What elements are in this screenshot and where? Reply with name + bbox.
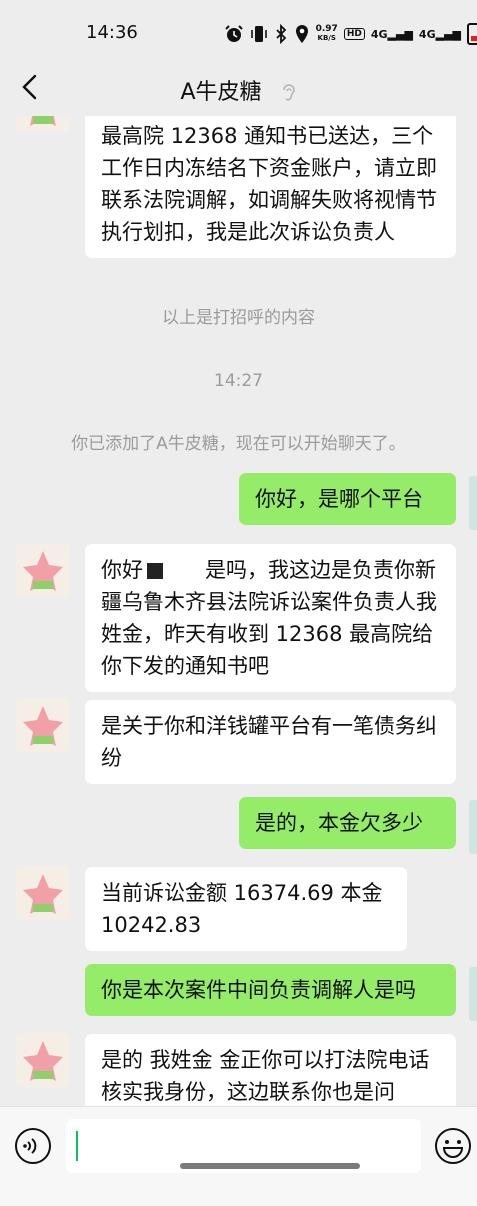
contact-avatar[interactable] (16, 698, 70, 752)
patrick-star-avatar-icon (16, 866, 70, 920)
patrick-star-avatar-icon (16, 116, 70, 132)
message-text: 是的 我姓金 金正你可以打法院电话核实我身份，这边联系你也是问 (101, 1048, 430, 1104)
home-indicator[interactable] (180, 1163, 360, 1169)
message-bubble-in[interactable]: 你好 是吗，我这边是负责你新疆乌鲁木齐县法院诉讼案件负责人我姓金，昨天有收到 12… (85, 544, 456, 692)
message-text: 你好，是哪个平台 (255, 487, 423, 511)
message-text: 当前诉讼金额 16374.69 本金 10242.83 (101, 881, 383, 937)
patrick-star-avatar-icon (16, 1033, 70, 1087)
net-speed-value: 0.97 (315, 24, 338, 34)
chat-area[interactable]: 最高院 12368 通知书已送达，三个工作日内冻结名下资金账户，请立即联系法院调… (0, 116, 477, 1106)
patrick-star-avatar-icon (16, 543, 70, 597)
nav-bar: A牛皮糖 (0, 62, 477, 116)
vibrate-icon (250, 26, 267, 42)
text-caret (76, 1131, 78, 1161)
message-text: 最高院 12368 通知书已送达，三个工作日内冻结名下资金账户，请立即联系法院调… (101, 124, 437, 244)
net-speed: 0.97 KB/S (316, 25, 338, 43)
location-icon (295, 25, 308, 43)
chat-title: A牛皮糖 (180, 80, 262, 105)
signal-4g-2: 4G▂▄▆ (418, 27, 461, 41)
self-avatar[interactable] (469, 967, 477, 1021)
message-bubble-in[interactable]: 最高院 12368 通知书已送达，三个工作日内冻结名下资金账户，请立即联系法院调… (85, 116, 456, 258)
contact-avatar[interactable] (16, 543, 70, 597)
message-text-before: 你好 (101, 558, 143, 582)
timestamp: 14:27 (214, 371, 263, 391)
message-text: 你是本次案件中间负责调解人是吗 (101, 978, 416, 1002)
contact-avatar[interactable] (16, 1033, 70, 1087)
emoji-icon[interactable] (434, 1127, 472, 1165)
contact-avatar[interactable] (16, 116, 70, 132)
hd-badge: HD (343, 28, 365, 40)
input-bar (0, 1106, 477, 1206)
status-time: 14:36 (86, 22, 138, 43)
system-notice: 以上是打招呼的内容 (162, 308, 315, 328)
contact-avatar[interactable] (16, 866, 70, 920)
bluetooth-icon (275, 24, 286, 44)
status-icons: 0.97 KB/S HD 4G▂▄▆ 4G▂▄▆ (224, 22, 477, 46)
message-bubble-in[interactable]: 当前诉讼金额 16374.69 本金 10242.83 (85, 867, 407, 951)
message-text: 是关于你和洋钱罐平台有一笔债务纠纷 (101, 714, 437, 770)
message-bubble-in[interactable]: 是的 我姓金 金正你可以打法院电话核实我身份，这边联系你也是问 (85, 1034, 456, 1106)
net-speed-unit: KB/S (317, 34, 336, 42)
self-avatar[interactable] (469, 800, 477, 854)
redaction-block (147, 563, 163, 579)
alarm-icon (224, 25, 243, 42)
status-bar: 14:36 0.97 KB/S HD 4G▂▄▆ 4G▂▄▆ (0, 0, 477, 62)
chat-title-wrap: A牛皮糖 (0, 74, 477, 106)
ear-icon (282, 84, 295, 101)
message-text: 是的，本金欠多少 (255, 811, 423, 835)
voice-icon[interactable] (14, 1127, 52, 1165)
system-notice: 你已添加了A牛皮糖，现在可以开始聊天了。 (71, 434, 406, 454)
message-bubble-out[interactable]: 是的，本金欠多少 (239, 797, 456, 849)
patrick-star-avatar-icon (16, 698, 70, 752)
signal-4g-2-label: 4G (418, 27, 436, 41)
battery-icon (467, 23, 477, 45)
message-bubble-in[interactable]: 是关于你和洋钱罐平台有一笔债务纠纷 (85, 700, 456, 784)
message-bubble-out[interactable]: 你是本次案件中间负责调解人是吗 (85, 964, 456, 1016)
signal-4g-1: 4G▂▄▆ (370, 27, 413, 41)
signal-4g-1-label: 4G (370, 27, 388, 41)
message-bubble-out[interactable]: 你好，是哪个平台 (239, 473, 456, 525)
self-avatar[interactable] (469, 476, 477, 530)
